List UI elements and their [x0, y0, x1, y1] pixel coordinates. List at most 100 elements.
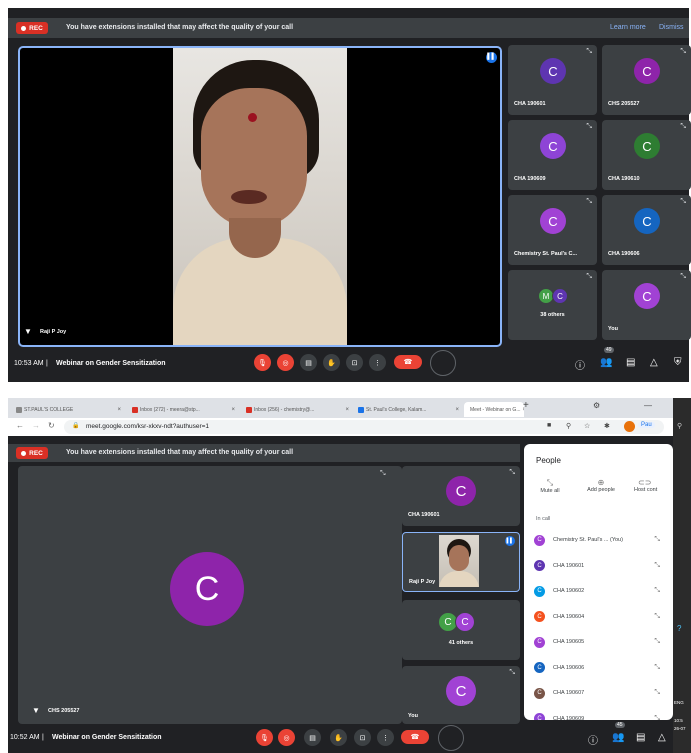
participant-name: CHA 190601 [553, 562, 585, 569]
chrome-menu-icon[interactable]: ⚙ [593, 401, 600, 410]
mute-all-button[interactable]: ⤡ Mute all [530, 478, 570, 494]
forward-icon[interactable]: → [32, 421, 40, 430]
meeting-title: Webinar on Gender Sensitization [52, 734, 162, 741]
participant-avatar: C [534, 687, 545, 699]
host-controls-button[interactable]: ⊂⊃ Host cont [634, 478, 673, 493]
leave-call-button[interactable]: ☎ [401, 730, 429, 744]
more-options-button[interactable]: ⋮ [369, 354, 386, 371]
participant-tile[interactable]: ⤡ C CHS 205527 [602, 45, 691, 115]
tab-close-icon[interactable]: × [455, 407, 462, 413]
participant-avatar: C [534, 662, 545, 673]
info-icon[interactable]: ⓘ [588, 732, 598, 747]
activities-icon[interactable]: △ [650, 357, 658, 368]
muted-mic-icon: ⤡ [509, 469, 515, 476]
back-icon[interactable]: ← [16, 421, 24, 430]
activities-button[interactable] [438, 725, 464, 751]
participant-row[interactable]: C CHA 190609 ⤡ [534, 710, 664, 721]
participant-tile[interactable]: ⤡ C CHA 190610 [602, 120, 691, 190]
activities-button[interactable] [430, 350, 456, 376]
meet-window-top: REC You have extensions installed that m… [8, 8, 691, 382]
participant-row[interactable]: C CHA 190606 ⤡ [534, 659, 664, 677]
chat-icon[interactable]: ▤ [626, 357, 635, 368]
muted-mic-icon[interactable]: ⤡ [654, 689, 660, 697]
pin-icon[interactable]: ▼ [32, 706, 40, 715]
muted-mic-icon[interactable]: ⤡ [654, 562, 660, 570]
muted-mic-icon[interactable]: ⤡ [654, 664, 660, 672]
captions-button[interactable]: ▤ [300, 354, 317, 371]
browser-tab[interactable]: St. Paul's College, Kalam... × [354, 402, 462, 417]
present-button[interactable]: ⊡ [346, 354, 363, 371]
browser-tab[interactable]: Meet - Webinar on G...× [464, 402, 524, 417]
extensions-icon[interactable]: ✱ [604, 422, 610, 430]
participant-row[interactable]: C CHA 190604 ⤡ [534, 608, 664, 626]
info-icon[interactable]: ⓘ [575, 357, 585, 372]
participant-tile[interactable]: ⤡ C CHA 190606 [602, 195, 691, 265]
host-controls-icon[interactable]: ⛨ [674, 357, 682, 368]
leave-call-button[interactable]: ☎ [394, 355, 422, 369]
present-button[interactable]: ⊡ [354, 729, 371, 746]
mic-off-button[interactable]: 🎙 [254, 354, 271, 371]
add-people-button[interactable]: ⊕ Add people [576, 478, 626, 493]
chat-icon[interactable]: ▤ [636, 732, 645, 743]
avatar: C [552, 288, 568, 304]
participant-tile[interactable]: ⤡ C You [402, 666, 520, 724]
participant-tile[interactable]: ⤡ C CHA 190609 [508, 120, 597, 190]
tab-close-icon[interactable]: × [345, 407, 352, 413]
reload-icon[interactable]: ↻ [48, 421, 55, 430]
participant-row[interactable]: C Chemistry St. Paul's ... (You) ⤡ [534, 531, 664, 549]
people-icon[interactable]: 👥 [612, 732, 624, 743]
participant-avatar: C [534, 585, 545, 597]
participant-tile[interactable]: ⤡ C CHA 190601 [402, 466, 520, 526]
participant-row[interactable]: C CHA 190605 ⤡ [534, 633, 664, 651]
tab-close-icon[interactable]: × [117, 407, 124, 413]
more-options-button[interactable]: ⋮ [377, 729, 394, 746]
mic-off-button[interactable]: 🎙 [256, 729, 273, 746]
muted-mic-icon[interactable]: ⤡ [654, 587, 660, 595]
star-icon[interactable]: ☆ [584, 422, 590, 430]
camera-off-button[interactable]: ◎ [278, 729, 295, 746]
participant-row[interactable]: C CHA 190602 ⤡ [534, 582, 664, 600]
participant-tile[interactable]: ⤡ M C 38 others [508, 270, 597, 340]
dismiss-link[interactable]: Dismiss [659, 24, 684, 31]
browser-tab[interactable]: Inbox (256) - chemistry@... × [242, 402, 352, 417]
tab-close-icon[interactable]: × [231, 407, 238, 413]
main-speaker-tile[interactable]: ⤡ C ▼ CHS 205527 [18, 466, 402, 724]
banner-text: You have extensions installed that may a… [66, 449, 294, 456]
avatar: C [634, 283, 660, 309]
activities-icon[interactable]: △ [658, 732, 666, 743]
muted-mic-icon[interactable]: ⤡ [654, 536, 660, 544]
new-tab-button[interactable]: + [523, 400, 529, 411]
participant-name: CHA 190606 [608, 251, 640, 257]
pin-icon[interactable]: ▼ [24, 327, 32, 336]
muted-mic-icon[interactable]: ⤡ [654, 715, 660, 721]
raise-hand-button[interactable]: ✋ [330, 729, 347, 746]
muted-mic-icon[interactable]: ⤡ [654, 613, 660, 621]
main-speaker-tile[interactable]: ▌▌ ▼ Raji P Joy [18, 46, 502, 347]
participant-tile[interactable]: ⤡ C Chemistry St. Paul's C... [508, 195, 597, 265]
speaker-mouth [231, 190, 267, 204]
participant-tile[interactable]: ⤡ C You [602, 270, 691, 340]
participant-tile[interactable]: ▌▌ Raji P Joy [402, 532, 520, 592]
participant-tile[interactable]: C C 41 others [402, 600, 520, 660]
address-bar[interactable]: 🔒 meet.google.com/ksr-xkxv-ndt?authuser=… [64, 420, 664, 434]
people-panel-title: People [536, 456, 561, 465]
browser-window: ST.PAUL'S COLLEGE × Inbox (272) - meera@st… [8, 398, 691, 753]
zoom-icon[interactable]: ⚲ [566, 422, 571, 430]
search-icon[interactable]: ⚲ [677, 422, 682, 430]
speaking-indicator-icon: ▌▌ [505, 536, 515, 546]
profile-avatar[interactable] [624, 421, 635, 432]
captions-button[interactable]: ▤ [304, 729, 321, 746]
learn-more-link[interactable]: Learn more [610, 24, 646, 31]
raise-hand-button[interactable]: ✋ [323, 354, 340, 371]
camera-off-button[interactable]: ◎ [277, 354, 294, 371]
people-icon[interactable]: 👥 [600, 357, 612, 368]
participant-row[interactable]: C CHA 190607 ⤡ [534, 684, 664, 702]
browser-tab[interactable]: Inbox (272) - meera@stp... × [128, 402, 238, 417]
lock-icon: 🔒 [72, 423, 80, 429]
participant-tile[interactable]: ⤡ C CHA 190601 [508, 45, 597, 115]
help-icon[interactable]: ? [677, 624, 681, 633]
muted-mic-icon[interactable]: ⤡ [654, 638, 660, 646]
minimize-icon[interactable]: — [644, 401, 652, 410]
browser-tab[interactable]: ST.PAUL'S COLLEGE × [12, 402, 124, 417]
participant-row[interactable]: C CHA 190601 ⤡ [534, 557, 664, 575]
